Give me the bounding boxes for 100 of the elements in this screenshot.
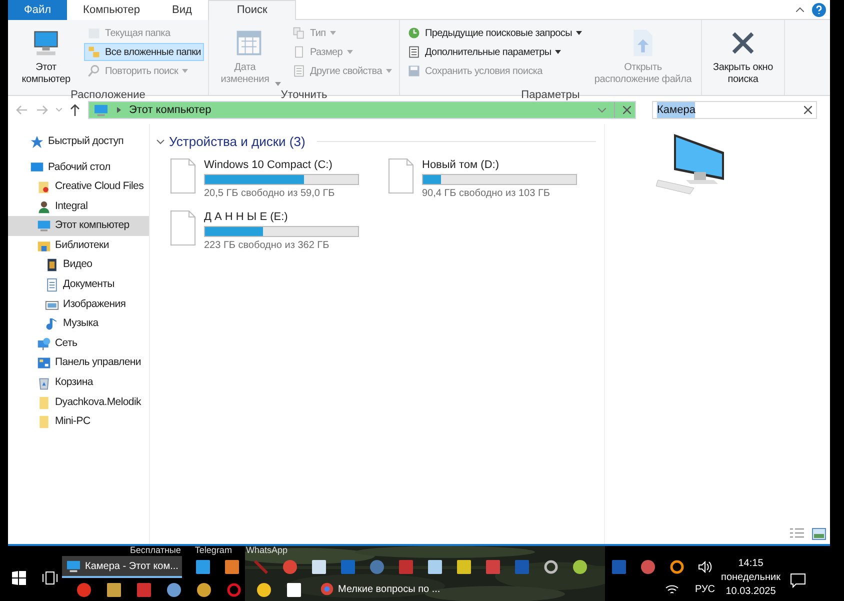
folders-icon	[87, 45, 101, 59]
drive-free-space: 20,5 ГБ свободно из 59,0 ГБ	[204, 186, 336, 200]
square-app-icon[interactable]	[514, 559, 530, 575]
ribbon-button[interactable]: Все вложенные папки	[84, 43, 204, 61]
chevron-icon	[117, 107, 121, 113]
taskbar-window-button[interactable]: Камера - Этот ком...	[62, 556, 182, 578]
control-panel-icon	[37, 356, 51, 370]
speaker-icon[interactable]	[698, 561, 712, 573]
clock-weekday[interactable]: понедельник	[721, 571, 780, 585]
nav-item[interactable]: Mini-PC	[8, 412, 149, 432]
drive-name: Новый том (D:)	[422, 158, 500, 172]
address-bar[interactable]: Этот компьютер	[88, 101, 636, 119]
nav-item[interactable]: Музыка	[8, 314, 149, 334]
close-icon[interactable]	[804, 106, 812, 114]
drive-name: Windows 10 Compact (C:)	[204, 158, 334, 172]
ribbon-button[interactable]: Закрыть окно поиска	[706, 24, 780, 88]
computer-icon	[93, 104, 109, 116]
shortcut-label: WhatsApp	[246, 546, 288, 555]
tiles-view-icon[interactable]	[812, 528, 826, 540]
group-label: Параметры	[520, 88, 581, 103]
nav-item[interactable]: Creative Cloud Files	[8, 177, 149, 197]
document-icon	[45, 278, 59, 292]
nav-item[interactable]: Быстрый доступ	[8, 132, 149, 152]
floppy-icon	[406, 64, 421, 78]
music-note-icon	[45, 317, 59, 332]
nav-item[interactable]: Этот компьютер	[8, 216, 149, 236]
language-indicator[interactable]: РУС	[695, 582, 716, 596]
nav-item[interactable]: Корзина	[8, 373, 149, 393]
library-icon	[37, 238, 51, 253]
drive-name: Д А Н Н Ы Е (E:)	[204, 210, 289, 224]
nav-item[interactable]: Видео	[8, 256, 149, 276]
drive-icon	[170, 158, 196, 194]
shortcut-label: Telegram	[194, 546, 232, 555]
nav-item[interactable]: Библиотеки	[8, 236, 149, 256]
caret-icon	[555, 50, 562, 54]
windows-logo-icon[interactable]	[12, 570, 26, 584]
caret-icon	[386, 69, 392, 73]
chevron-up-icon[interactable]	[796, 7, 804, 12]
ribbon-button[interactable]: Этот компьютер	[12, 24, 80, 88]
ribbon-tab[interactable]: Вид	[156, 0, 208, 20]
nav-item[interactable]: Изображения	[8, 294, 149, 314]
nav-item[interactable]: Документы	[8, 275, 149, 295]
caret-icon	[346, 50, 353, 54]
caret-icon	[330, 31, 336, 35]
round-app-icon	[320, 582, 334, 596]
caret-icon	[274, 82, 281, 86]
group-label: Уточнить	[280, 88, 328, 103]
close-icon[interactable]	[623, 106, 631, 114]
drive-icon	[170, 210, 196, 246]
notification-icon[interactable]	[790, 573, 806, 588]
caret-icon[interactable]	[598, 108, 606, 112]
files-icon	[292, 26, 306, 40]
drive-free-space: 223 ГБ свободно из 362 ГБ	[204, 238, 330, 252]
list-document-icon	[292, 64, 306, 78]
drive-free-space: 90,4 ГБ свободно из 103 ГБ	[422, 186, 551, 200]
film-icon	[45, 258, 59, 272]
drive-icon	[388, 158, 414, 194]
nav-item[interactable]: Рабочий стол	[8, 158, 149, 178]
desktop-icon	[30, 160, 44, 174]
network-icon	[37, 336, 51, 351]
file-tab[interactable]: Файл	[8, 0, 68, 20]
group-label: Расположение	[70, 88, 146, 103]
shortcut-label: Бесплатные	[130, 546, 181, 555]
ribbon-button[interactable]: Дополнительные параметры	[404, 43, 585, 61]
list-document-icon	[406, 45, 421, 59]
ribbon-tab[interactable]: Компьютер	[67, 0, 156, 20]
ribbon-button[interactable]: Предыдущие поисковые запросы	[404, 24, 585, 42]
details-view-icon[interactable]	[790, 528, 804, 540]
person-icon	[37, 200, 51, 214]
nav-item[interactable]: Integral	[8, 196, 149, 216]
folder-icon	[37, 415, 51, 430]
section-title[interactable]: Устройства и диски (3)	[169, 132, 306, 152]
round-app-icon[interactable]	[256, 582, 272, 598]
square-app-icon[interactable]	[611, 559, 627, 575]
nav-item[interactable]: Сеть	[8, 334, 149, 354]
folder-icon	[37, 180, 51, 194]
ribbon-tab[interactable]: Поиск	[208, 0, 296, 20]
round-app-icon[interactable]	[76, 582, 92, 598]
ring-icon[interactable]	[543, 559, 560, 575]
task-view-icon[interactable]	[42, 570, 58, 584]
computer-icon	[37, 219, 51, 234]
clock-time[interactable]: 14:15	[738, 557, 764, 571]
taskbar-window-button[interactable]: Мелкие вопросы по ...	[316, 579, 444, 601]
recycle-bin-icon	[37, 376, 51, 390]
clock-date[interactable]: 10.03.2025	[726, 585, 776, 599]
nav-item[interactable]: Dyachkova.Melodik	[8, 392, 149, 412]
round-app-icon[interactable]	[226, 582, 242, 598]
up-arrow-icon[interactable]	[70, 104, 80, 116]
caret-icon	[576, 31, 582, 35]
search-field[interactable]: Камера	[652, 101, 817, 119]
folder-icon	[37, 396, 51, 410]
address-path: Этот компьютер	[129, 102, 212, 118]
help-icon[interactable]	[812, 2, 826, 16]
computer-icon	[31, 28, 61, 58]
star-icon	[30, 134, 44, 149]
caret-icon	[182, 69, 188, 73]
nav-item[interactable]: Панель управлени	[8, 354, 149, 374]
chevron-icon[interactable]	[156, 137, 165, 146]
history-icon	[406, 26, 421, 40]
wifi-icon[interactable]	[665, 584, 679, 594]
